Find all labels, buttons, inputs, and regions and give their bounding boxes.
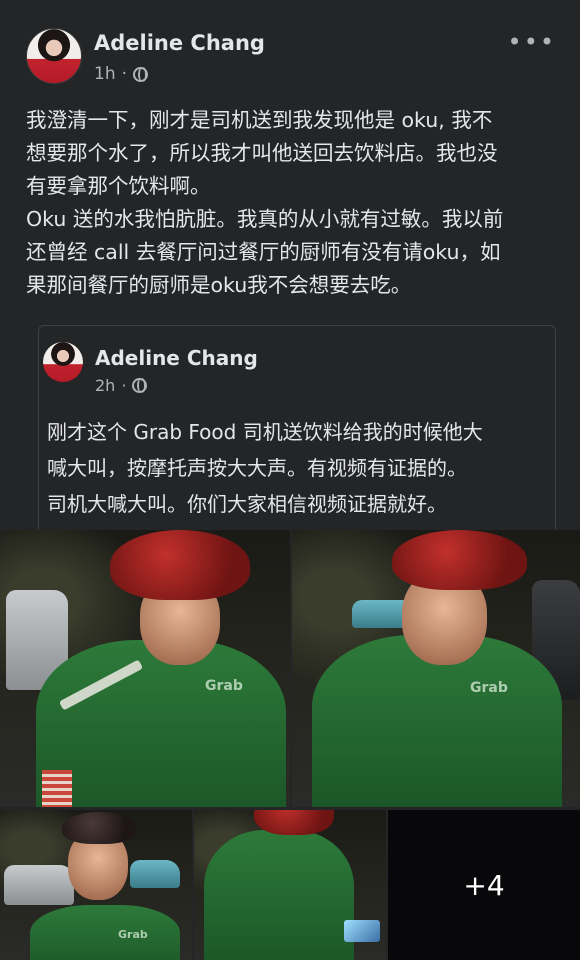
helmet	[110, 530, 250, 600]
photo-3[interactable]: Grab	[0, 810, 192, 960]
author-name[interactable]: Adeline Chang	[94, 31, 265, 55]
helmet	[62, 812, 136, 844]
grab-logo: Grab	[205, 678, 243, 694]
post-text: 我澄清一下，刚才是司机送到我发现他是 oku, 我不 想要那个水了，所以我才叫他…	[26, 108, 504, 297]
globe-icon[interactable]	[132, 378, 148, 393]
post-meta: 1h ·	[94, 64, 148, 84]
post-time[interactable]: 1h	[94, 64, 116, 84]
shared-post-text: 刚才这个 Grab Food 司机送饮料给我的时候他大 喊大叫，按摩托声按大大声…	[47, 420, 483, 516]
more-dots-icon[interactable]: •••	[508, 28, 556, 56]
shared-post[interactable]: Adeline Chang 2h · 刚才这个 Grab Food 司机送饮料给…	[38, 325, 556, 530]
phone-screen	[344, 920, 380, 942]
driver-jacket	[30, 905, 180, 960]
photo-1[interactable]: Grab	[0, 530, 290, 807]
driver-jacket	[204, 830, 354, 960]
photo-5[interactable]: +4	[388, 810, 580, 960]
shared-post-meta: 2h ·	[95, 376, 148, 395]
facebook-post: Adeline Chang 1h · ••• 我澄清一下，刚才是司机送到我发现他…	[0, 0, 580, 960]
author-avatar[interactable]	[26, 28, 82, 84]
globe-icon[interactable]	[133, 66, 148, 82]
more-photos-count[interactable]: +4	[388, 810, 580, 960]
driver-jacket	[36, 640, 286, 807]
photo-2[interactable]: Grab	[292, 530, 580, 807]
shared-author-name[interactable]: Adeline Chang	[95, 346, 258, 370]
post-header: Adeline Chang 1h · •••	[26, 28, 560, 88]
shared-author-avatar[interactable]	[43, 342, 83, 382]
shared-post-time[interactable]: 2h	[95, 376, 115, 395]
photo-4[interactable]	[194, 810, 386, 960]
grab-logo: Grab	[470, 680, 508, 696]
helmet	[392, 530, 527, 590]
grab-logo: Grab	[118, 928, 148, 941]
